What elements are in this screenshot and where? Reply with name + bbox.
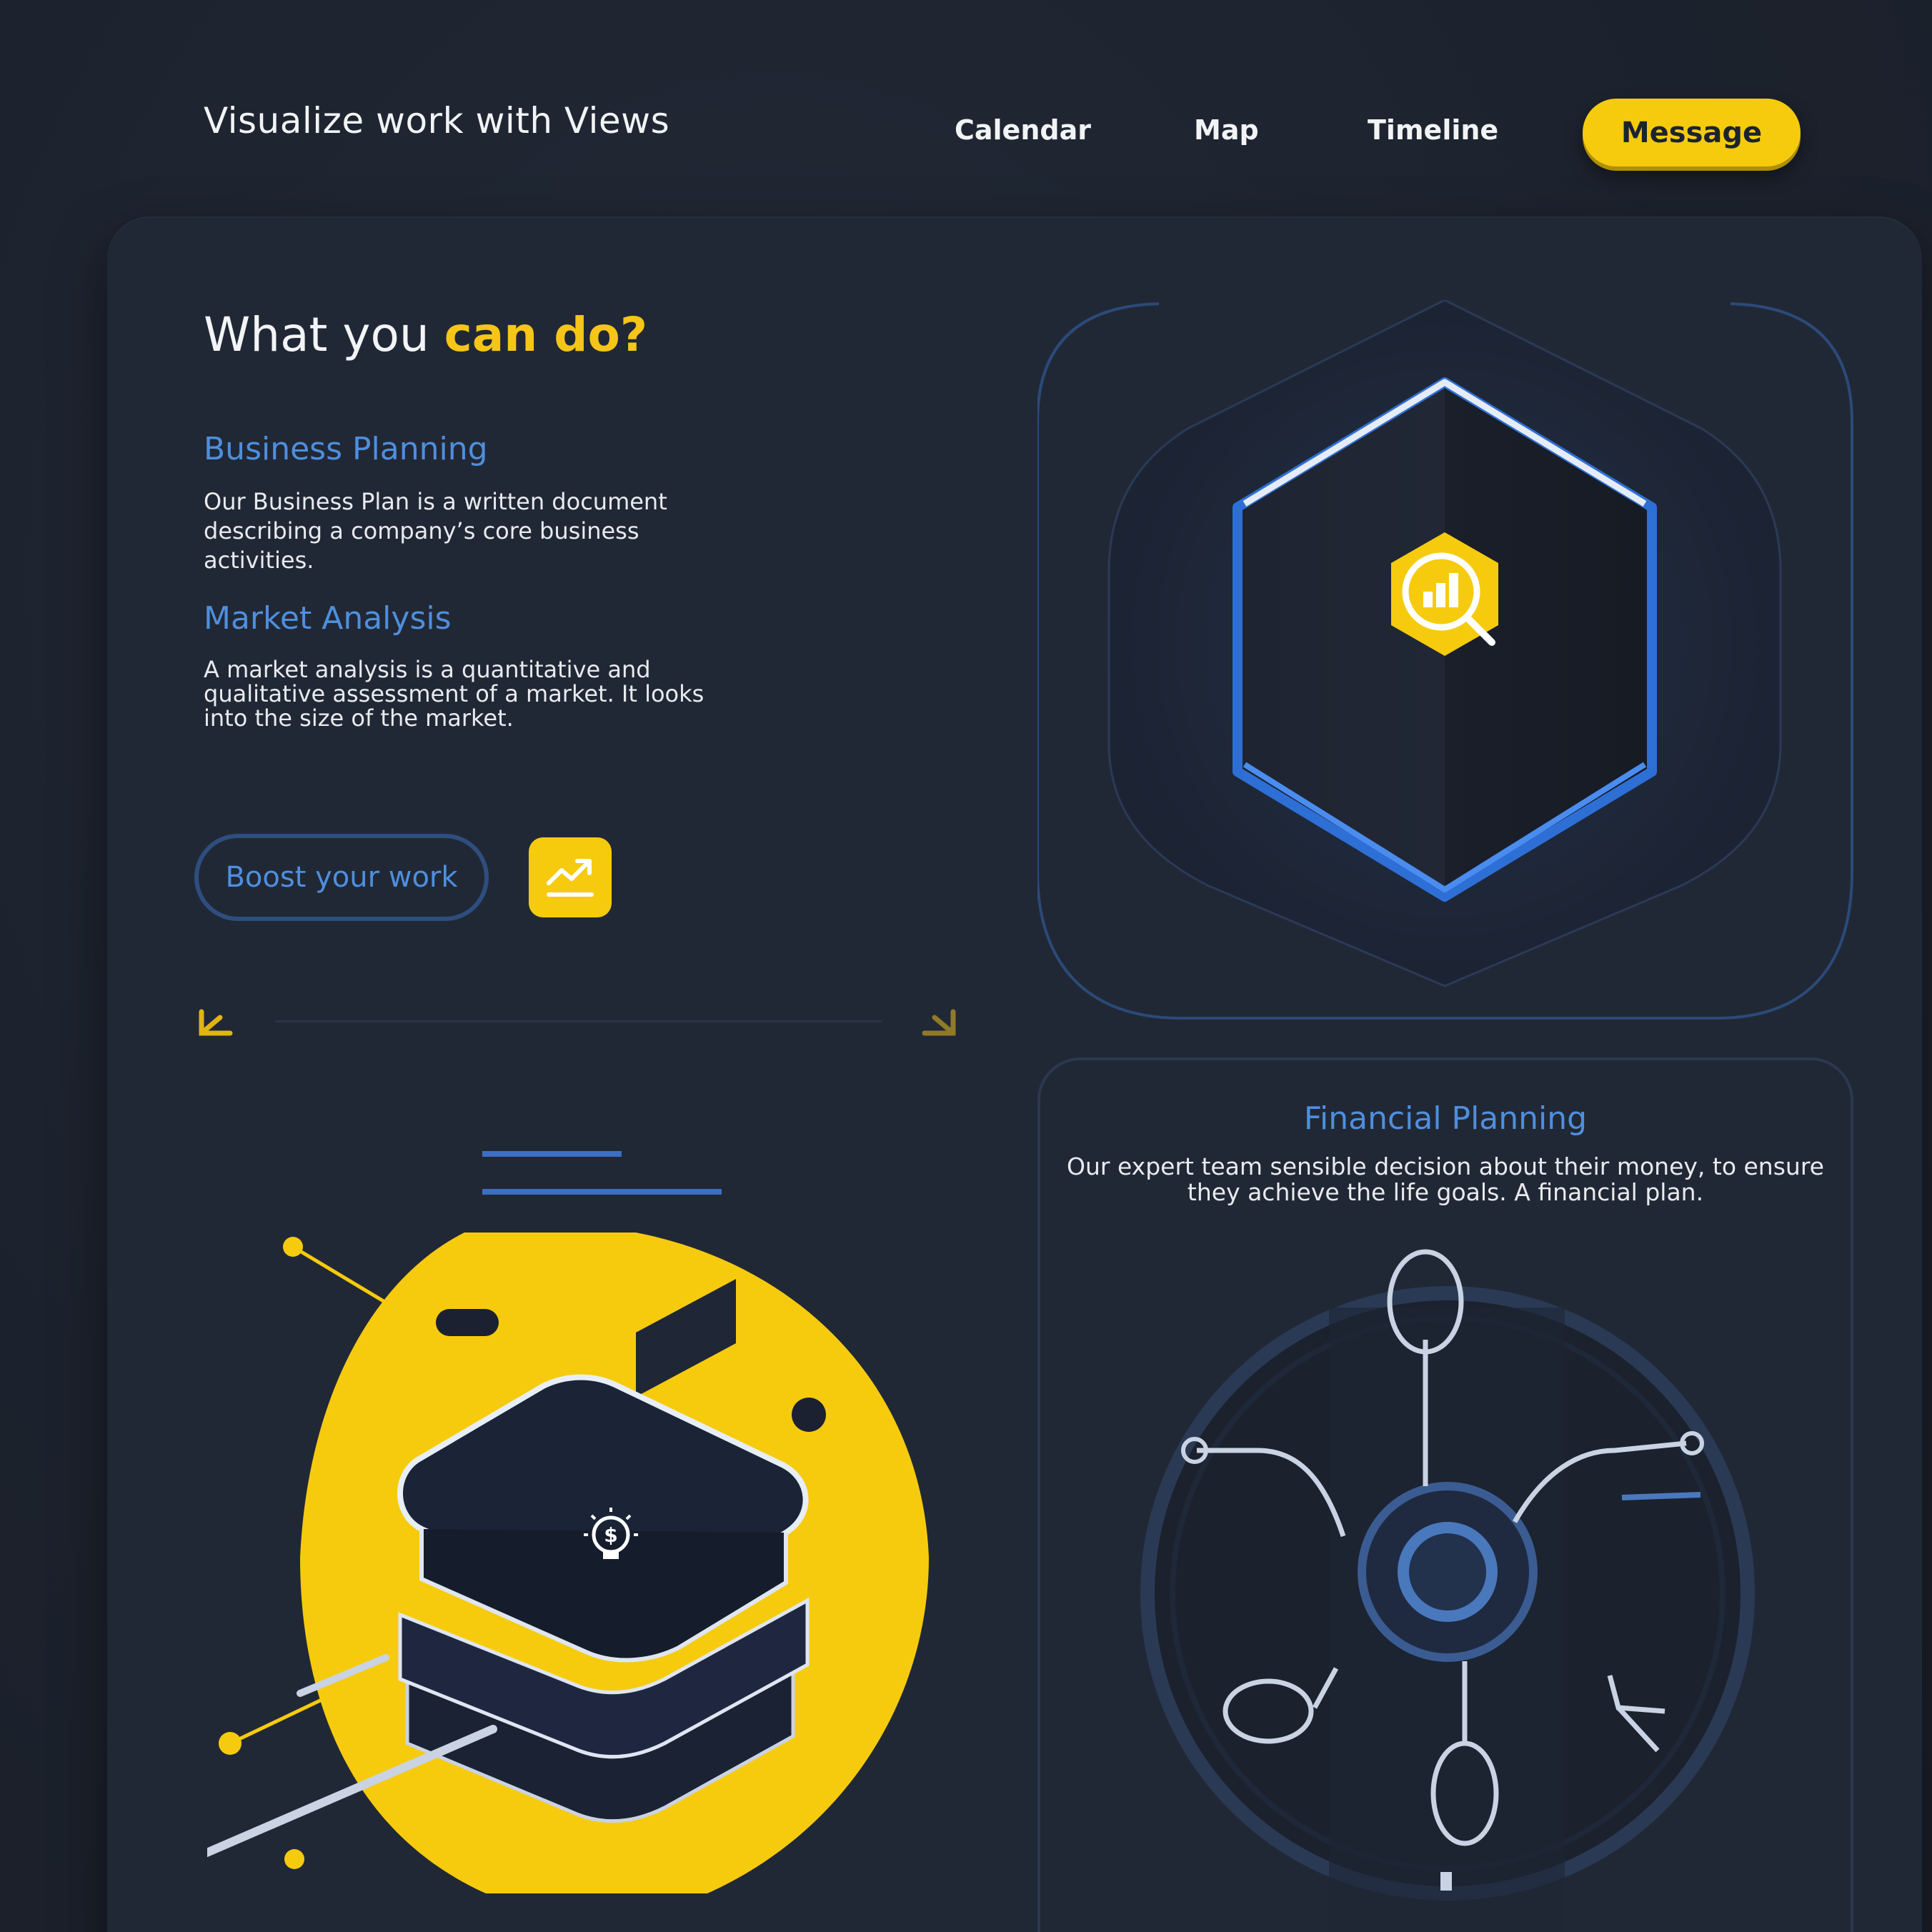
boost-work-button[interactable]: Boost your work [194,834,489,921]
arrow-down-right-icon[interactable] [916,1007,960,1040]
svg-text:$: $ [604,1523,617,1547]
app-title: Visualize work with Views [204,100,670,141]
headline-accent: can do? [444,307,648,362]
financial-planning-text: Our expert team sensible decision about … [1067,1152,1824,1206]
page-headline: What you can do? [204,307,647,362]
market-analysis-text: A market analysis is a quantitative and … [204,656,704,732]
hexagon-illustration [1037,300,1853,1020]
arrow-down-left-icon[interactable] [194,1007,239,1040]
nav-map[interactable]: Map [1194,114,1259,146]
trending-up-icon [547,859,594,897]
market-analysis-title: Market Analysis [204,600,452,637]
headline-plain: What you [204,307,444,362]
network-wheel-illustration [1140,1249,1755,1932]
slider-track[interactable] [275,1020,882,1022]
financial-planning-title: Financial Planning [1303,1100,1588,1137]
nav-calendar[interactable]: Calendar [955,114,1091,146]
business-planning-title: Business Planning [204,431,488,467]
business-planning-text: Our Business Plan is a written document … [204,488,667,574]
trending-up-button[interactable] [529,837,612,917]
page: Visualize work with Views Calendar Map T… [0,0,1932,1932]
device-illustration: $ [207,1151,929,1893]
nav-timeline[interactable]: Timeline [1368,114,1498,146]
message-button[interactable]: Message [1583,99,1801,166]
